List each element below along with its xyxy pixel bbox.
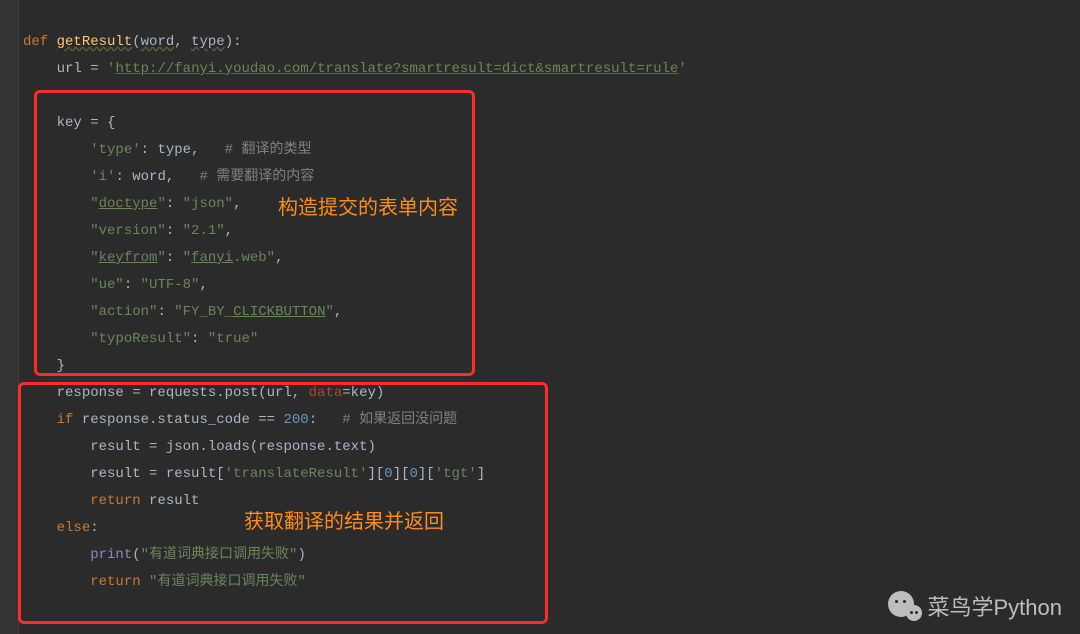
url-string: http://fanyi.youdao.com/translate?smartr… — [115, 61, 678, 77]
wechat-icon — [886, 591, 922, 621]
code-editor: def getResult(word, type): url = 'http:/… — [19, 0, 1080, 596]
key-i: 'i' — [90, 169, 115, 185]
paren-close: ): — [225, 34, 242, 50]
param-type: type — [191, 34, 225, 50]
watermark: 菜鸟学Python — [886, 590, 1063, 622]
dict-open: key = { — [57, 115, 116, 131]
keyword-if: if — [57, 412, 74, 428]
keyword-return: return — [90, 493, 140, 509]
dict-close: } — [57, 358, 65, 374]
comment: # 如果返回没问题 — [342, 412, 457, 428]
key-version: "version" — [90, 223, 166, 239]
key-keyfrom: keyfrom — [99, 250, 158, 266]
var-url: url — [57, 61, 82, 77]
param-word: word — [141, 34, 175, 50]
keyword-def: def — [23, 34, 48, 50]
builtin-print: print — [90, 547, 132, 563]
comment: # 翻译的类型 — [225, 142, 312, 158]
paren-open: ( — [132, 34, 140, 50]
func-name: getResult — [57, 34, 133, 50]
key-ue: "ue" — [90, 277, 124, 293]
key-typoresult: "typoResult" — [90, 331, 191, 347]
keyword-else: else — [57, 520, 91, 536]
editor-gutter — [0, 0, 19, 634]
key-type: 'type' — [90, 142, 140, 158]
watermark-text: 菜鸟学Python — [928, 590, 1063, 622]
kwarg-data: data — [309, 385, 343, 401]
key-doctype: doctype — [99, 196, 158, 212]
keyword-return: return — [90, 574, 140, 590]
comment: # 需要翻译的内容 — [199, 169, 314, 185]
key-action: "action" — [90, 304, 157, 320]
